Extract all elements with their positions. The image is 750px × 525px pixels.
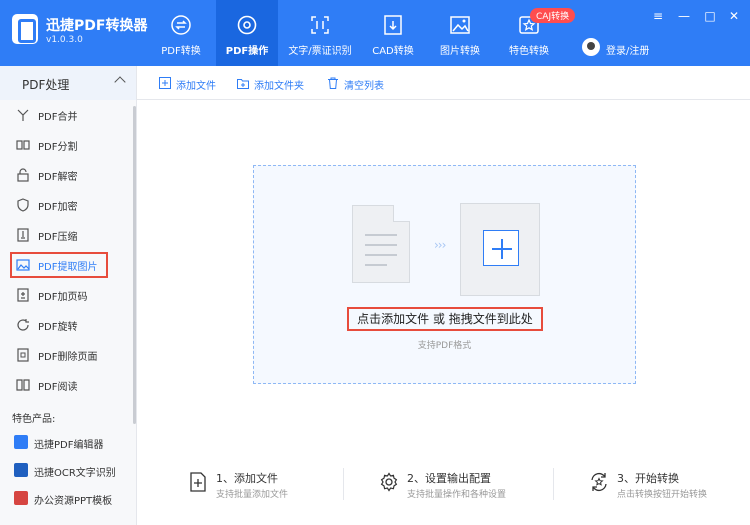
featured-item-ocr[interactable]: 迅捷OCR文字识别 <box>0 458 136 484</box>
login-button[interactable]: 登录/注册 <box>606 42 649 57</box>
tab-ocr[interactable]: 文字/票证识别 <box>282 0 358 66</box>
gear-icon <box>237 15 257 35</box>
add-card[interactable] <box>460 203 540 296</box>
step-divider <box>343 468 344 500</box>
step-divider <box>553 468 554 500</box>
minimize-icon[interactable]: — <box>676 8 692 24</box>
document-icon <box>352 205 410 283</box>
file-toolbar: 添加文件 添加文件夹 清空列表 <box>137 66 750 100</box>
sidebar-item-extract-images[interactable]: PDF提取图片 <box>0 250 136 280</box>
scan-icon <box>311 16 329 34</box>
ocr-icon <box>14 463 28 477</box>
top-bar: 迅捷PDF转换器 v1.0.3.0 PDF转换 PDF操作 文字/票证识别 CA… <box>0 0 750 66</box>
folder-icon <box>237 79 249 89</box>
add-file-icon <box>159 77 171 89</box>
image-icon <box>450 16 470 34</box>
tab-pdf-operate[interactable]: PDF操作 <box>216 0 278 66</box>
sidebar-item-encrypt[interactable]: PDF加密 <box>0 190 136 220</box>
sidebar-item-split[interactable]: PDF分割 <box>0 130 136 160</box>
sidebar-item-read[interactable]: PDF阅读 <box>0 370 136 400</box>
plus-icon <box>483 230 519 266</box>
add-file-icon <box>190 472 206 492</box>
maximize-icon[interactable]: □ <box>702 8 718 24</box>
image-icon <box>16 259 30 271</box>
rotate-icon <box>17 319 29 331</box>
sidebar-scrollbar[interactable] <box>133 106 136 424</box>
cad-icon <box>384 15 402 35</box>
file-drop-zone[interactable]: ››› 点击添加文件 或 拖拽文件到此处 支持PDF格式 <box>253 165 636 384</box>
close-icon[interactable]: ✕ <box>726 8 742 24</box>
tab-pdf-convert[interactable]: PDF转换 <box>152 0 210 66</box>
arrow-right-icon: ››› <box>434 238 446 252</box>
book-icon <box>16 379 30 391</box>
featured-item-ppt[interactable]: 办公资源PPT模板 <box>0 486 136 512</box>
tab-image[interactable]: 图片转换 <box>432 0 488 66</box>
trash-icon <box>328 77 338 89</box>
app-title: 迅捷PDF转换器 <box>46 18 148 34</box>
sidebar-item-decrypt[interactable]: PDF解密 <box>0 160 136 190</box>
featured-title: 特色产品: <box>12 414 56 425</box>
compress-icon <box>17 228 29 242</box>
pdf-editor-icon <box>14 435 28 449</box>
drop-format-hint: 支持PDF格式 <box>417 341 472 351</box>
sidebar-item-merge[interactable]: PDF合并 <box>0 100 136 130</box>
sidebar-item-page-number[interactable]: PDF加页码 <box>0 280 136 310</box>
tab-cad[interactable]: CAD转换 <box>366 0 420 66</box>
convert-icon <box>171 15 191 35</box>
merge-icon <box>17 109 29 121</box>
ppt-icon <box>14 491 28 505</box>
sidebar: PDF处理 PDF合并 PDF分割 PDF解密 PDF加密 PDF压缩 PDF提… <box>0 66 137 525</box>
sidebar-item-rotate[interactable]: PDF旋转 <box>0 310 136 340</box>
sidebar-section-header[interactable]: PDF处理 <box>0 66 136 100</box>
app-logo <box>12 14 38 44</box>
split-icon <box>16 140 30 150</box>
app-version: v1.0.3.0 <box>46 35 83 45</box>
delete-page-icon <box>17 348 29 362</box>
chevron-up-icon <box>114 76 126 88</box>
page-number-icon <box>17 288 29 302</box>
unlock-icon <box>17 168 29 182</box>
avatar[interactable] <box>582 38 600 56</box>
drop-prompt[interactable]: 点击添加文件 或 拖拽文件到此处 <box>347 307 543 331</box>
menu-icon[interactable]: ≡ <box>650 8 666 24</box>
caj-badge[interactable]: CAJ转换 <box>530 8 576 23</box>
featured-item-pdf-editor[interactable]: 迅捷PDF编辑器 <box>0 430 136 456</box>
sidebar-item-delete-page[interactable]: PDF删除页面 <box>0 340 136 370</box>
shield-icon <box>17 198 29 212</box>
settings-icon <box>380 472 398 492</box>
sidebar-section-title: PDF处理 <box>22 78 70 92</box>
sidebar-item-compress[interactable]: PDF压缩 <box>0 220 136 250</box>
convert-start-icon <box>591 472 607 492</box>
